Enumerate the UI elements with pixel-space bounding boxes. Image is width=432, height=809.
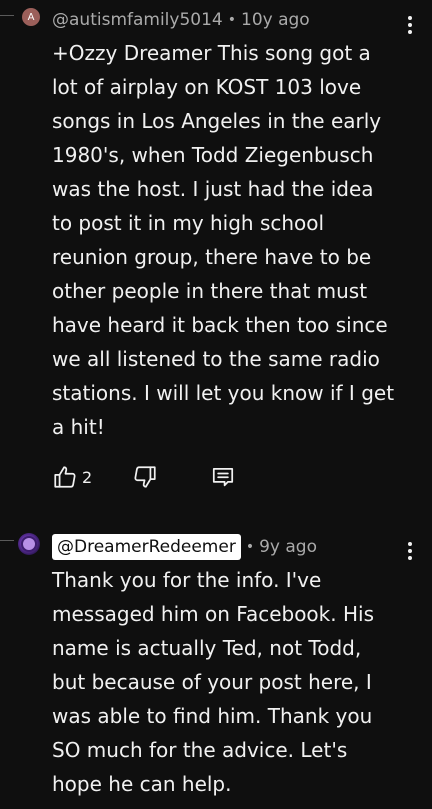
avatar[interactable] [18, 533, 40, 555]
like-button[interactable]: 2 [52, 464, 132, 490]
comment-meta: @autismfamily5014 • 10y ago [52, 10, 310, 30]
meta-separator: • [227, 12, 236, 28]
comment-line: to post it in my high school [52, 211, 325, 235]
comment-text: +Ozzy Dreamer This song got a lot of air… [52, 36, 422, 444]
more-vert-icon[interactable] [400, 538, 420, 564]
comment-line: songs in Los Angeles in the early [52, 109, 382, 133]
comment-line: we all listened to the same radio [52, 347, 380, 371]
reply-button[interactable] [210, 464, 236, 490]
comment-line: was able to find him. Thank you [52, 704, 373, 728]
comment-line: messaged him on Facebook. His [52, 602, 374, 626]
comment-line: reunion group, there have to be [52, 245, 372, 269]
comment-line: a hit! [52, 415, 105, 439]
comment-icon [212, 468, 234, 487]
comment-line: but because of your post here, I [52, 670, 372, 694]
avatar-image [23, 538, 35, 550]
author-handle-chip[interactable]: @DreamerRedeemer [52, 534, 241, 560]
like-count: 2 [82, 467, 93, 487]
thread-connector [0, 540, 14, 541]
comment-line: hope he can help. [52, 772, 232, 796]
more-vert-icon[interactable] [400, 12, 420, 38]
comment-actions: 2 [52, 462, 236, 492]
comment-line: +Ozzy Dreamer This song got a [52, 41, 371, 65]
comment-time: 10y ago [241, 10, 310, 30]
comment-line: 1980's, when Todd Ziegenbusch [52, 143, 374, 167]
comment-line: SO much for the advice. Let's [52, 738, 348, 762]
comment-line: stations. I will let you know if I get [52, 381, 395, 405]
thumbs-down-icon [134, 466, 156, 488]
comment-line: lot of airplay on KOST 103 love [52, 75, 362, 99]
comment-time: 9y ago [259, 537, 317, 557]
comment-line: Thank you for the info. I've [52, 568, 322, 592]
avatar-letter: A [27, 11, 35, 23]
comment-line: was the host. I just had the idea [52, 177, 374, 201]
avatar[interactable]: A [22, 8, 40, 26]
comment-line: other people in there that must [52, 279, 368, 303]
dislike-button[interactable] [132, 464, 210, 490]
meta-separator: • [245, 539, 255, 555]
comment-line: name is actually Ted, not Todd, [52, 636, 362, 660]
thumbs-up-icon [54, 466, 76, 488]
author-handle[interactable]: @autismfamily5014 [52, 10, 223, 30]
comment-line: have heard it back then too since [52, 313, 388, 337]
comment-text: Thank you for the info. I've messaged hi… [52, 563, 422, 801]
comment-meta: @DreamerRedeemer • 9y ago [52, 534, 317, 560]
thread-connector [0, 15, 14, 16]
